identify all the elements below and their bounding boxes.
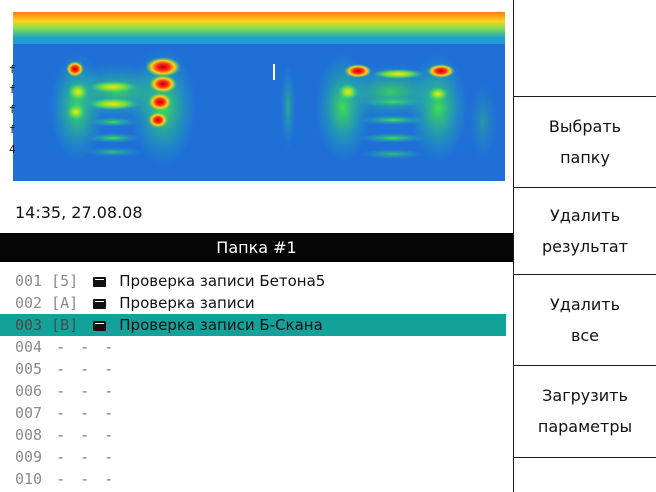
file-row-008[interactable]: 008 - - - [0,424,506,446]
file-row-002[interactable]: 002 [A] Проверка записи [0,292,506,314]
row-title: Проверка записи [119,294,255,312]
clipped-label: 4 [9,143,15,156]
empty-slot: - - - [56,338,117,356]
button-label-line: параметры [537,417,633,436]
button-label-line: результат [541,237,629,256]
clipped-label: f [9,103,15,116]
empty-slot: - - - [56,448,117,466]
file-row-010[interactable]: 010 - - - [0,468,506,490]
file-row-004[interactable]: 004 - - - [0,336,506,358]
row-number: 009 [15,448,43,466]
row-title: Проверка записи Бетона5 [119,272,326,290]
clipped-labels: f f f f 4 [9,60,15,180]
empty-slot: - - - [56,382,117,400]
row-number: 003 [15,316,43,334]
main-panel: f f f f 4 14:35, 27.08.08 Папка #1 001 [… [0,0,513,492]
empty-slot: - - - [56,470,117,488]
select-folder-button[interactable]: Выбрать папку [514,97,656,187]
clipped-label: f [9,63,15,76]
button-label-line: Выбрать [548,117,622,136]
row-number: 008 [15,426,43,444]
folder-icon [93,299,107,309]
row-number: 010 [15,470,43,488]
folder-icon [93,277,107,287]
file-list: 001 [5] Проверка записи Бетона5 002 [A] … [0,270,513,490]
row-number: 001 [15,272,43,290]
button-label-line: Загрузить [542,386,628,405]
delete-result-button[interactable]: Удалить результат [514,188,656,274]
empty-slot: - - - [56,360,117,378]
row-number: 007 [15,404,43,422]
row-type-tag: [A] [51,294,79,312]
button-label-line: Удалить [550,295,620,314]
folder-header: Папка #1 [0,233,513,262]
softkey-sidebar: Выбрать папку Удалить результат Удалить … [513,0,656,492]
clipped-label: f [9,123,15,136]
empty-slot: - - - [56,426,117,444]
row-number: 004 [15,338,43,356]
row-type-tag: [5] [51,272,79,290]
button-label-line: папку [560,148,610,167]
empty-slot: - - - [56,404,117,422]
softkey-divider [514,457,656,458]
file-row-005[interactable]: 005 - - - [0,358,506,380]
file-row-001[interactable]: 001 [5] Проверка записи Бетона5 [0,270,506,292]
row-number: 006 [15,382,43,400]
file-row-003[interactable]: 003 [B] Проверка записи Б-Скана [0,314,506,336]
button-label-line: все [570,326,600,345]
file-row-009[interactable]: 009 - - - [0,446,506,468]
row-title: Проверка записи Б-Скана [119,316,323,334]
record-timestamp: 14:35, 27.08.08 [15,203,143,222]
row-number: 002 [15,294,43,312]
folder-title: Папка #1 [216,238,297,257]
clipped-label: f [9,83,15,96]
folder-icon [93,321,107,331]
row-number: 005 [15,360,43,378]
spectrogram-image [13,12,505,181]
load-parameters-button[interactable]: Загрузить параметры [514,366,656,456]
button-label-line: Удалить [550,206,620,225]
file-row-006[interactable]: 006 - - - [0,380,506,402]
delete-all-button[interactable]: Удалить все [514,275,656,365]
row-type-tag: [B] [51,316,79,334]
file-row-007[interactable]: 007 - - - [0,402,506,424]
